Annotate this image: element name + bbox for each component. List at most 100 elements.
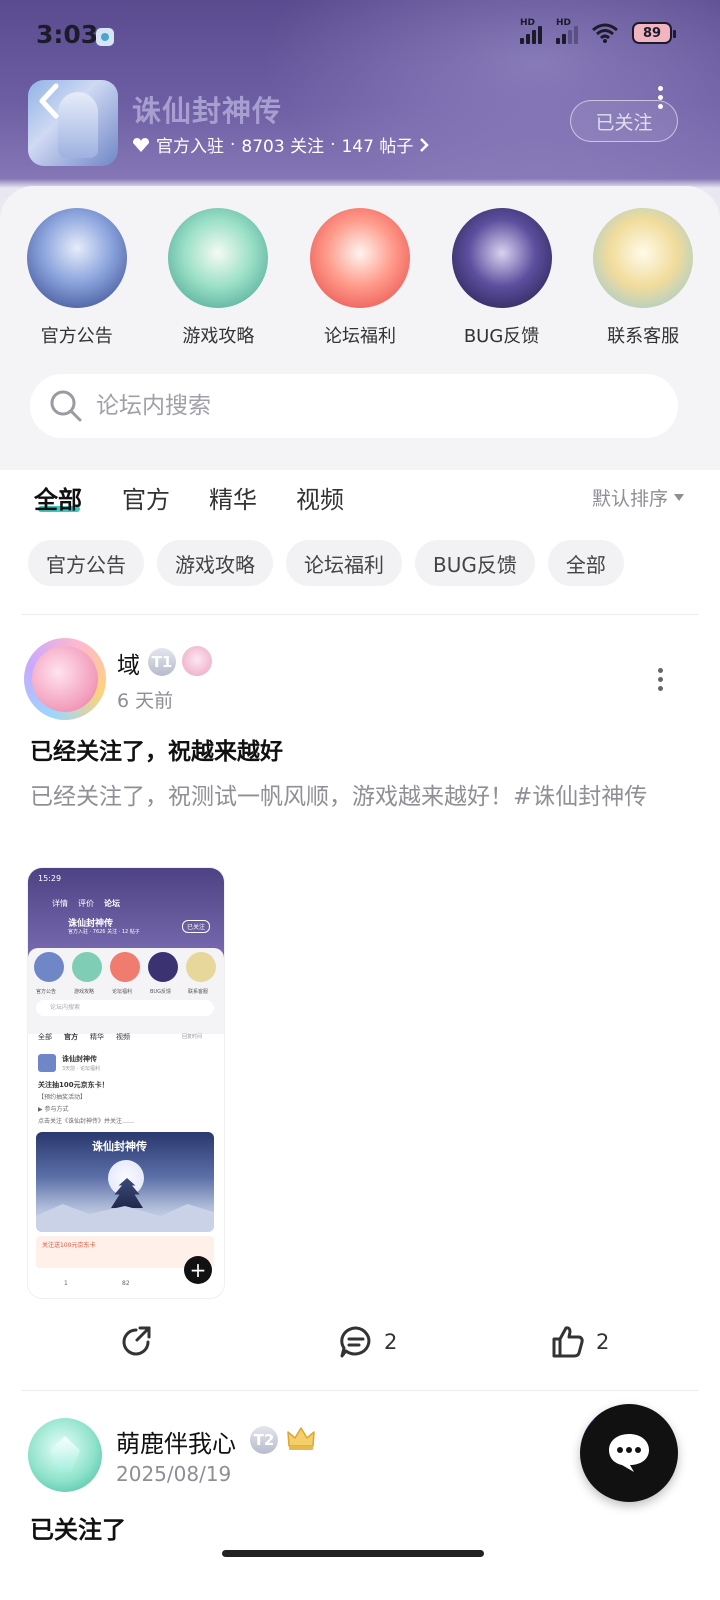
follow-button[interactable]: 已关注	[570, 100, 678, 142]
post-time: 2025/08/19	[116, 1462, 232, 1486]
divider	[22, 614, 698, 615]
category-label: 游戏攻略	[182, 326, 255, 347]
share-icon	[122, 1326, 151, 1356]
category-image	[593, 208, 694, 308]
pet-badge-icon	[182, 646, 212, 676]
thumb-post-avatar	[38, 1054, 56, 1072]
feed-tabs: 全部 官方 精华 视频 默认排序	[0, 470, 720, 530]
category-image	[26, 208, 127, 308]
level-badge: T2	[250, 1426, 278, 1454]
thumb-post-tag: 3天前 · 论坛福利	[62, 1066, 100, 1072]
forum-info: 诛仙封神传 官方入驻 · 8703 关注 · 147 帖子 已关注	[0, 78, 720, 178]
thumb-line: ▶ 参与方式	[38, 1106, 69, 1113]
app-notification-icon	[96, 28, 114, 46]
thumb-cat-label: 游戏攻略	[74, 989, 95, 995]
forum-title: 诛仙封神传	[132, 94, 283, 128]
chip-bug-report[interactable]: BUG反馈	[415, 540, 535, 586]
tab-video[interactable]: 视频	[296, 480, 344, 515]
thumb-sort: 回复时间	[182, 1034, 203, 1040]
thumb-banner-image: 诛仙封神传	[36, 1132, 214, 1232]
level-badge: T1	[148, 648, 176, 676]
chevron-right-icon	[420, 137, 430, 152]
author-name[interactable]: 域	[117, 646, 140, 680]
post-more-icon[interactable]	[656, 668, 664, 695]
thumb-banner-title: 诛仙封神传	[92, 1140, 147, 1153]
category-bug-report[interactable]: BUG反馈	[437, 208, 567, 348]
tab-all[interactable]: 全部	[34, 480, 82, 515]
post-title[interactable]: 已关注了	[30, 1510, 126, 1545]
category-game-guide[interactable]: 游戏攻略	[153, 208, 283, 348]
forum-meta[interactable]: 官方入驻 · 8703 关注 · 147 帖子	[132, 132, 430, 157]
search-input[interactable]	[96, 393, 656, 419]
status-icons: HD HD 89	[520, 18, 676, 44]
crown-icon	[287, 1427, 315, 1450]
caret-down-icon	[674, 494, 684, 501]
comment-button[interactable]: 2	[338, 1324, 397, 1360]
like-count: 2	[596, 1330, 610, 1354]
post-time: 6 天前	[117, 690, 174, 712]
post-title[interactable]: 已经关注了，祝越来越好	[30, 732, 283, 766]
meta-separator: ·	[230, 134, 236, 155]
thumb-search: 论坛内搜索	[36, 1000, 214, 1016]
post-image[interactable]: 15:29 详情 评价 论坛 诛仙封神传 官方入驻 · 7626 关注 · 12…	[28, 868, 224, 1298]
author-avatar[interactable]	[24, 638, 106, 720]
forum-search-bar[interactable]	[30, 374, 678, 438]
comment-count: 2	[384, 1330, 398, 1354]
signal-hd-label: HD	[520, 18, 536, 28]
tab-official[interactable]: 官方	[122, 480, 170, 515]
category-image	[451, 208, 552, 308]
like-button[interactable]: 2	[550, 1324, 609, 1360]
chevron-left-icon	[39, 83, 59, 119]
chip-game-guide[interactable]: 游戏攻略	[157, 540, 273, 586]
signal-icon-2: HD	[556, 18, 578, 44]
thumb-cat-label: BUG反馈	[150, 989, 171, 995]
back-button[interactable]	[34, 82, 68, 122]
category-label: BUG反馈	[463, 326, 540, 347]
thumb-post-author: 诛仙封神传	[62, 1055, 97, 1063]
category-official-announcement[interactable]: 官方公告	[12, 208, 142, 348]
filter-chips: 官方公告 游戏攻略 论坛福利 BUG反馈 全部	[28, 540, 624, 586]
forum-header: 3:03 HD HD 89 诛仙封神传 官方入驻 · 8703 关注 · 147…	[0, 0, 720, 470]
chip-official-announcement[interactable]: 官方公告	[28, 540, 144, 586]
author-name[interactable]: 萌鹿伴我心	[116, 1424, 236, 1459]
thumb-cat-label: 官方公告	[36, 989, 57, 995]
thumb-status-time: 15:29	[38, 874, 62, 883]
author-avatar[interactable]	[28, 1418, 102, 1492]
share-button[interactable]	[118, 1324, 154, 1360]
thumbs-up-icon	[552, 1326, 584, 1358]
category-label: 论坛福利	[323, 326, 396, 347]
wifi-icon	[592, 23, 618, 43]
thumb-promo-text: 关注送100元京东卡	[42, 1242, 96, 1249]
category-image	[168, 208, 269, 308]
post-body[interactable]: 已经关注了，祝测试一帆风顺，游戏越来越好！#诛仙封神传	[30, 776, 680, 819]
thumb-tab: 官方	[64, 1033, 78, 1041]
heart-icon	[133, 137, 149, 152]
thumb-tab-forum: 论坛	[104, 899, 120, 908]
chip-forum-benefits[interactable]: 论坛福利	[286, 540, 402, 586]
post-count: 147 帖子	[341, 137, 414, 157]
status-bar: 3:03 HD HD 89	[0, 0, 720, 72]
thumb-tab-review: 评价	[78, 899, 94, 908]
home-indicator[interactable]	[222, 1550, 484, 1557]
sort-dropdown[interactable]: 默认排序	[592, 484, 684, 511]
thumb-tab: 全部	[38, 1033, 52, 1041]
thumb-plus-icon: +	[184, 1256, 212, 1284]
chip-all[interactable]: 全部	[547, 540, 624, 586]
meta-separator: ·	[330, 134, 336, 155]
category-forum-benefits[interactable]: 论坛福利	[295, 208, 425, 348]
thumb-stat-comment: 82	[122, 1280, 130, 1287]
thumb-categories	[34, 952, 216, 982]
category-list: 官方公告 游戏攻略 论坛福利 BUG反馈 联系客服	[0, 208, 720, 348]
chat-bubble-icon	[609, 1434, 649, 1472]
battery-icon: 89	[632, 22, 676, 44]
thumb-tab: 视频	[116, 1033, 130, 1041]
official-badge: 官方入驻	[156, 137, 224, 157]
tab-featured[interactable]: 精华	[209, 480, 257, 515]
category-customer-service[interactable]: 联系客服	[578, 208, 708, 348]
category-label: 官方公告	[40, 326, 113, 347]
follower-count: 8703 关注	[241, 137, 325, 157]
thumb-post-title: 关注抽100元京东卡！	[38, 1081, 109, 1089]
category-label: 联系客服	[607, 326, 680, 347]
chat-fab-button[interactable]	[580, 1404, 678, 1502]
thumb-meta: 官方入驻 · 7626 关注 · 12 帖子	[68, 929, 140, 935]
